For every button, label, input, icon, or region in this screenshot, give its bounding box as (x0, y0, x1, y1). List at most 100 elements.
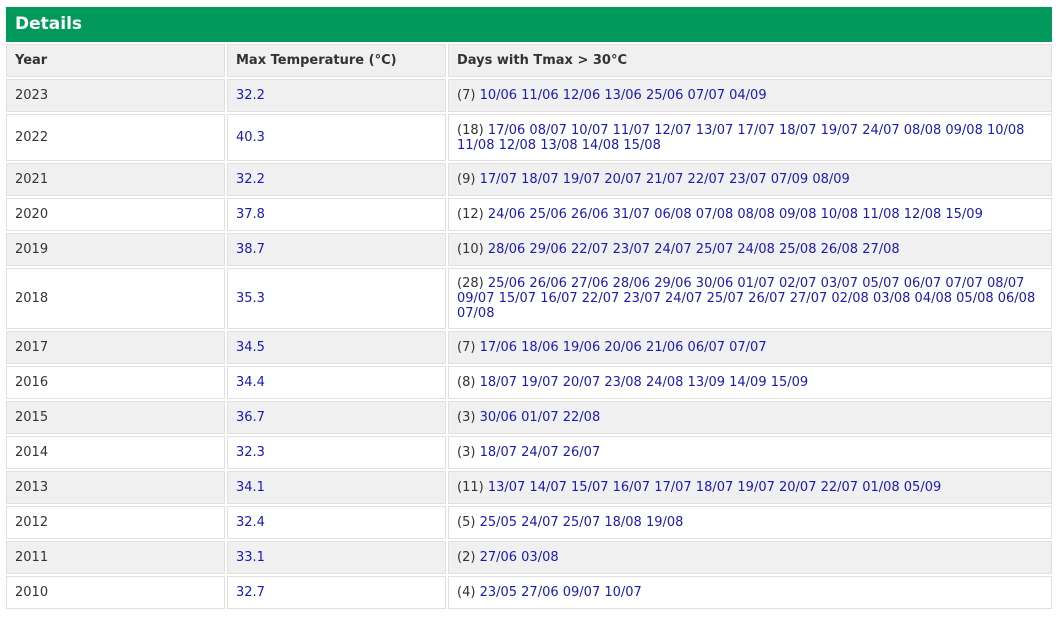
hot-days-count: (7) (457, 340, 476, 355)
table-row: 2020 37.8 (12) 24/06 25/06 26/06 31/07 0… (6, 198, 1052, 231)
hot-days-dates[interactable]: 10/06 11/06 12/06 13/06 25/06 07/07 04/0… (480, 88, 767, 103)
table-row: 2023 32.2 (7) 10/06 11/06 12/06 13/06 25… (6, 79, 1052, 112)
max-temperature-link[interactable]: 32.2 (236, 88, 265, 103)
hot-days-dates[interactable]: 17/06 18/06 19/06 20/06 21/06 06/07 07/0… (480, 340, 767, 355)
hot-days-dates[interactable]: 17/07 18/07 19/07 20/07 21/07 22/07 23/0… (480, 172, 850, 187)
hot-days-cell: (3) 30/06 01/07 22/08 (448, 401, 1052, 434)
hot-days-cell: (7) 10/06 11/06 12/06 13/06 25/06 07/07 … (448, 79, 1052, 112)
max-temperature-cell: 34.1 (227, 471, 446, 504)
max-temperature-cell: 32.4 (227, 506, 446, 539)
year-cell: 2023 (6, 79, 225, 112)
details-table: Year Max Temperature (°C) Days with Tmax… (4, 42, 1054, 611)
year-cell: 2013 (6, 471, 225, 504)
hot-days-dates[interactable]: 24/06 25/06 26/06 31/07 06/08 07/08 08/0… (488, 207, 983, 222)
hot-days-dates[interactable]: 18/07 19/07 20/07 23/08 24/08 13/09 14/0… (480, 375, 809, 390)
max-temperature-cell: 38.7 (227, 233, 446, 266)
table-row: 2016 34.4 (8) 18/07 19/07 20/07 23/08 24… (6, 366, 1052, 399)
max-temperature-cell: 36.7 (227, 401, 446, 434)
year-cell: 2011 (6, 541, 225, 574)
max-temperature-link[interactable]: 38.7 (236, 242, 265, 257)
table-header-row: Year Max Temperature (°C) Days with Tmax… (6, 44, 1052, 77)
hot-days-cell: (9) 17/07 18/07 19/07 20/07 21/07 22/07 … (448, 163, 1052, 196)
hot-days-cell: (18) 17/06 08/07 10/07 11/07 12/07 13/07… (448, 114, 1052, 161)
year-cell: 2021 (6, 163, 225, 196)
column-header-year[interactable]: Year (6, 44, 225, 77)
hot-days-cell: (28) 25/06 26/06 27/06 28/06 29/06 30/06… (448, 268, 1052, 329)
table-row: 2017 34.5 (7) 17/06 18/06 19/06 20/06 21… (6, 331, 1052, 364)
max-temperature-cell: 32.7 (227, 576, 446, 609)
table-row: 2021 32.2 (9) 17/07 18/07 19/07 20/07 21… (6, 163, 1052, 196)
table-row: 2019 38.7 (10) 28/06 29/06 22/07 23/07 2… (6, 233, 1052, 266)
hot-days-cell: (7) 17/06 18/06 19/06 20/06 21/06 06/07 … (448, 331, 1052, 364)
year-cell: 2019 (6, 233, 225, 266)
max-temperature-link[interactable]: 32.3 (236, 445, 265, 460)
hot-days-count: (3) (457, 445, 476, 460)
max-temperature-link[interactable]: 35.3 (236, 291, 265, 306)
max-temperature-cell: 34.4 (227, 366, 446, 399)
year-cell: 2010 (6, 576, 225, 609)
table-row: 2013 34.1 (11) 13/07 14/07 15/07 16/07 1… (6, 471, 1052, 504)
hot-days-count: (11) (457, 480, 484, 495)
hot-days-dates[interactable]: 27/06 03/08 (480, 550, 559, 565)
max-temperature-cell: 32.2 (227, 163, 446, 196)
hot-days-count: (7) (457, 88, 476, 103)
table-row: 2018 35.3 (28) 25/06 26/06 27/06 28/06 2… (6, 268, 1052, 329)
max-temperature-link[interactable]: 37.8 (236, 207, 265, 222)
max-temperature-link[interactable]: 36.7 (236, 410, 265, 425)
hot-days-dates[interactable]: 25/06 26/06 27/06 28/06 29/06 30/06 01/0… (457, 276, 1035, 321)
hot-days-cell: (10) 28/06 29/06 22/07 23/07 24/07 25/07… (448, 233, 1052, 266)
max-temperature-cell: 33.1 (227, 541, 446, 574)
hot-days-dates[interactable]: 28/06 29/06 22/07 23/07 24/07 25/07 24/0… (488, 242, 900, 257)
hot-days-cell: (8) 18/07 19/07 20/07 23/08 24/08 13/09 … (448, 366, 1052, 399)
details-panel: Details Year Max Temperature (°C) Days w… (6, 7, 1052, 611)
max-temperature-cell: 35.3 (227, 268, 446, 329)
column-header-hot-days[interactable]: Days with Tmax > 30°C (448, 44, 1052, 77)
hot-days-cell: (2) 27/06 03/08 (448, 541, 1052, 574)
hot-days-count: (4) (457, 585, 476, 600)
column-header-max-temperature[interactable]: Max Temperature (°C) (227, 44, 446, 77)
max-temperature-link[interactable]: 34.1 (236, 480, 265, 495)
hot-days-cell: (12) 24/06 25/06 26/06 31/07 06/08 07/08… (448, 198, 1052, 231)
max-temperature-cell: 40.3 (227, 114, 446, 161)
max-temperature-link[interactable]: 32.4 (236, 515, 265, 530)
hot-days-dates[interactable]: 17/06 08/07 10/07 11/07 12/07 13/07 17/0… (457, 123, 1024, 153)
table-row: 2011 33.1 (2) 27/06 03/08 (6, 541, 1052, 574)
max-temperature-cell: 37.8 (227, 198, 446, 231)
year-cell: 2016 (6, 366, 225, 399)
table-row: 2022 40.3 (18) 17/06 08/07 10/07 11/07 1… (6, 114, 1052, 161)
hot-days-count: (18) (457, 122, 484, 138)
hot-days-count: (8) (457, 375, 476, 390)
table-row: 2015 36.7 (3) 30/06 01/07 22/08 (6, 401, 1052, 434)
hot-days-dates[interactable]: 23/05 27/06 09/07 10/07 (480, 585, 642, 600)
year-cell: 2017 (6, 331, 225, 364)
max-temperature-link[interactable]: 34.5 (236, 340, 265, 355)
hot-days-cell: (11) 13/07 14/07 15/07 16/07 17/07 18/07… (448, 471, 1052, 504)
hot-days-count: (28) (457, 276, 484, 291)
table-row: 2014 32.3 (3) 18/07 24/07 26/07 (6, 436, 1052, 469)
year-cell: 2018 (6, 268, 225, 329)
year-cell: 2015 (6, 401, 225, 434)
hot-days-count: (3) (457, 410, 476, 425)
max-temperature-link[interactable]: 32.7 (236, 585, 265, 600)
table-row: 2012 32.4 (5) 25/05 24/07 25/07 18/08 19… (6, 506, 1052, 539)
max-temperature-cell: 34.5 (227, 331, 446, 364)
max-temperature-link[interactable]: 33.1 (236, 550, 265, 565)
hot-days-dates[interactable]: 13/07 14/07 15/07 16/07 17/07 18/07 19/0… (488, 480, 941, 495)
hot-days-count: (5) (457, 515, 476, 530)
year-cell: 2012 (6, 506, 225, 539)
max-temperature-cell: 32.2 (227, 79, 446, 112)
hot-days-dates[interactable]: 30/06 01/07 22/08 (480, 410, 601, 425)
max-temperature-link[interactable]: 40.3 (236, 130, 265, 145)
hot-days-count: (9) (457, 172, 476, 187)
max-temperature-link[interactable]: 32.2 (236, 172, 265, 187)
hot-days-dates[interactable]: 18/07 24/07 26/07 (480, 445, 601, 460)
year-cell: 2014 (6, 436, 225, 469)
hot-days-count: (2) (457, 550, 476, 565)
year-cell: 2022 (6, 114, 225, 161)
table-row: 2010 32.7 (4) 23/05 27/06 09/07 10/07 (6, 576, 1052, 609)
hot-days-dates[interactable]: 25/05 24/07 25/07 18/08 19/08 (480, 515, 684, 530)
year-cell: 2020 (6, 198, 225, 231)
hot-days-count: (10) (457, 242, 484, 257)
hot-days-count: (12) (457, 207, 484, 222)
max-temperature-link[interactable]: 34.4 (236, 375, 265, 390)
